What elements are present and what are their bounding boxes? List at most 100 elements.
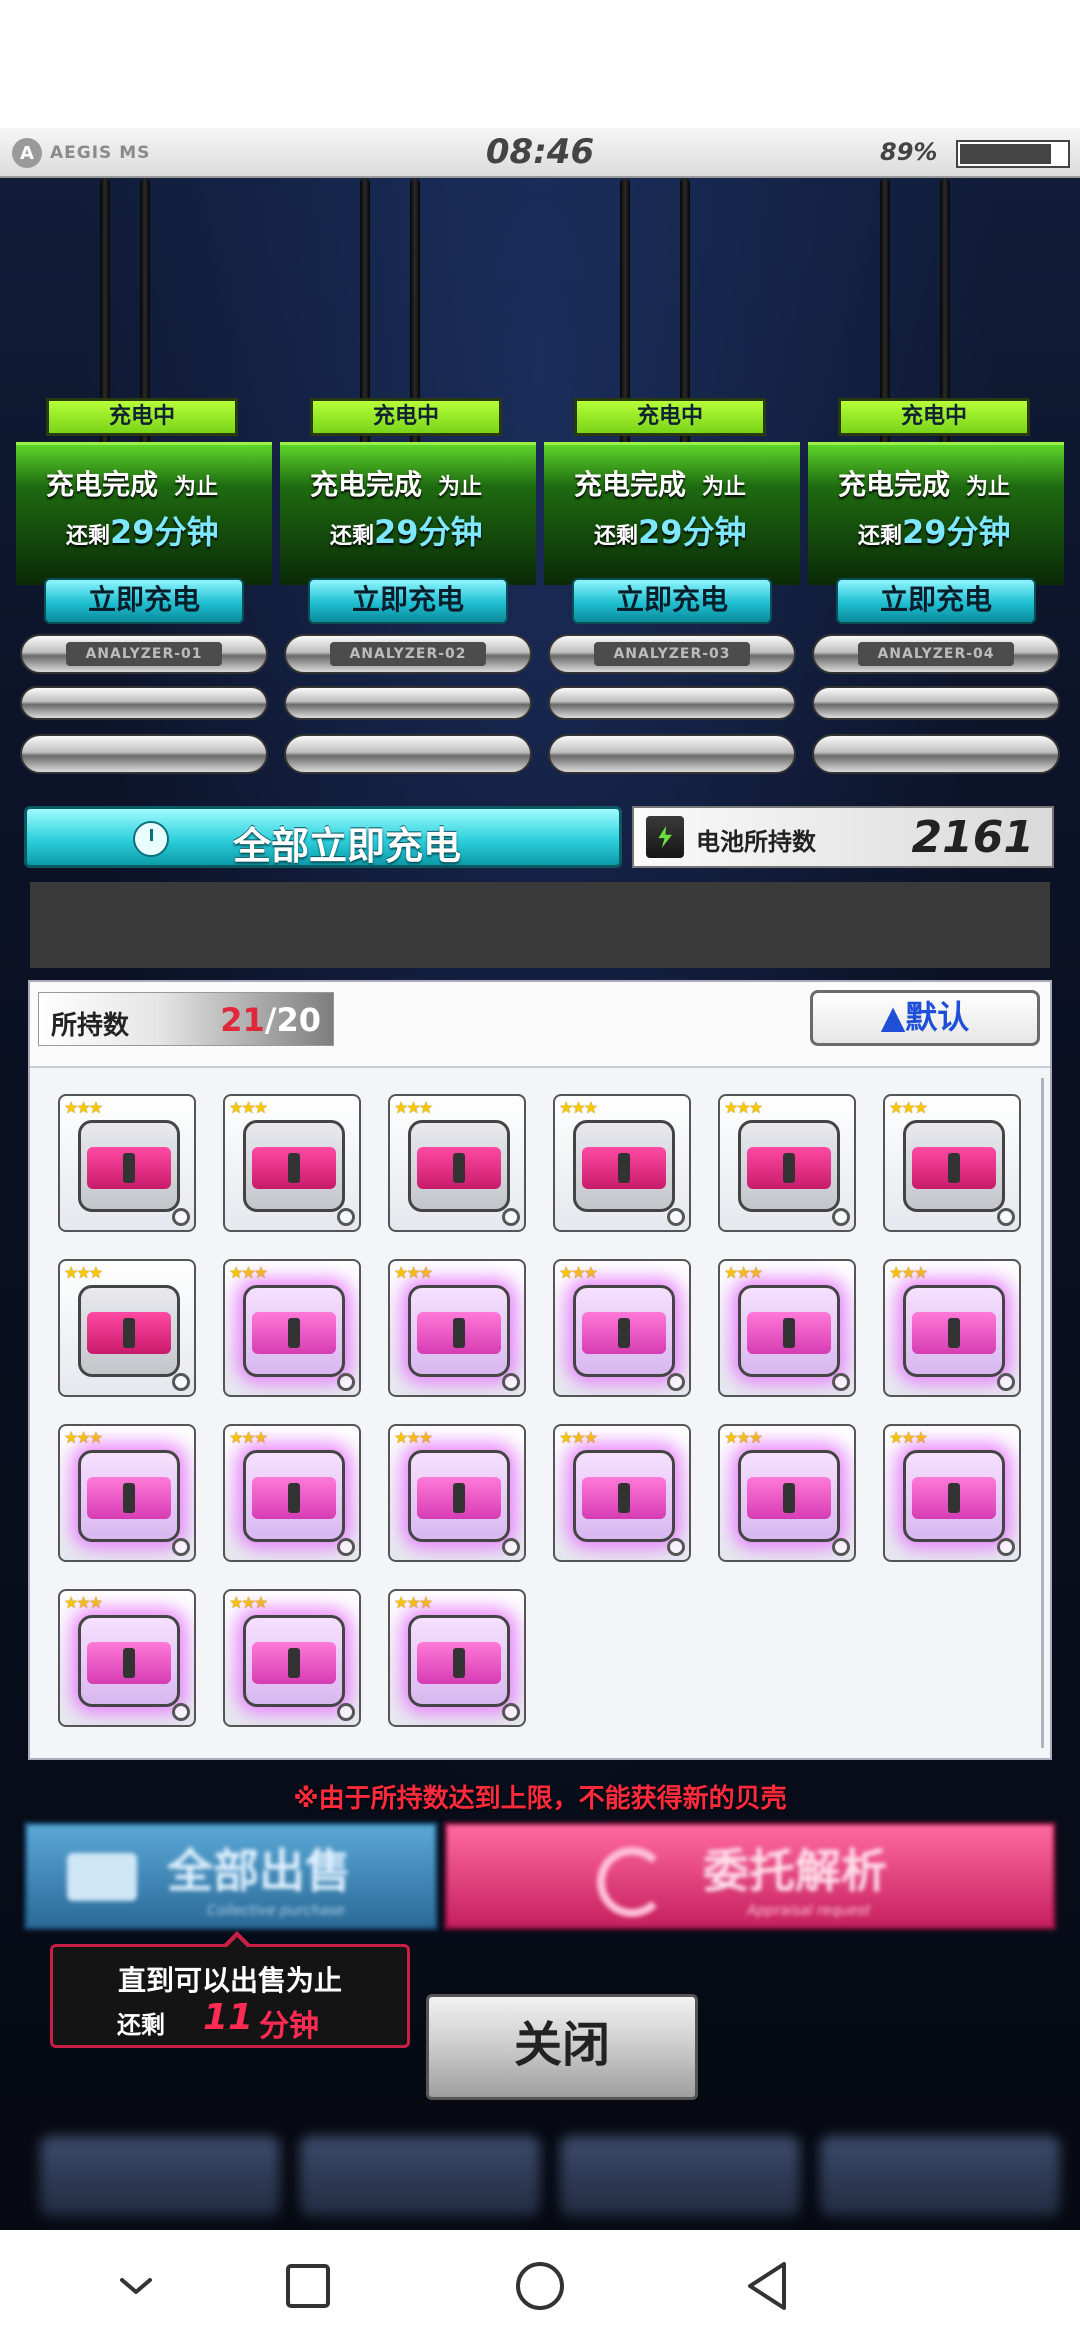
- magnifier-icon[interactable]: [337, 1373, 355, 1391]
- analyzer-plate: ANALYZER-04: [858, 642, 1014, 666]
- rarity-stars: ★★★: [559, 1428, 598, 1447]
- rarity-stars: ★★★: [724, 1428, 763, 1447]
- rarity-stars: ★★★: [394, 1593, 433, 1612]
- shell-cube-icon: [243, 1120, 345, 1212]
- shell-band: [252, 1147, 336, 1189]
- magnifier-icon[interactable]: [997, 1208, 1015, 1226]
- charge-now-button[interactable]: 立即充电: [836, 578, 1036, 624]
- shell-item[interactable]: ★★★: [883, 1259, 1021, 1397]
- magnifier-icon[interactable]: [502, 1373, 520, 1391]
- shell-item[interactable]: ★★★: [388, 1094, 526, 1232]
- charging-status-tag: 充电中: [46, 398, 238, 436]
- magnifier-icon[interactable]: [172, 1703, 190, 1721]
- machine-ring: [284, 686, 532, 720]
- shell-item[interactable]: ★★★: [388, 1589, 526, 1727]
- shell-item[interactable]: ★★★: [718, 1259, 856, 1397]
- shell-band: [87, 1312, 171, 1354]
- bottom-menu-tab[interactable]: [40, 2136, 280, 2216]
- magnifier-icon[interactable]: [502, 1538, 520, 1556]
- inventory-full-warning: ※由于所持数达到上限，不能获得新的贝壳: [293, 1784, 787, 1814]
- shell-item[interactable]: ★★★: [58, 1094, 196, 1232]
- magnifier-icon[interactable]: [337, 1703, 355, 1721]
- machine-ring: [812, 734, 1060, 774]
- magnifier-icon[interactable]: [997, 1373, 1015, 1391]
- shell-item[interactable]: ★★★: [223, 1424, 361, 1562]
- battery-percent: 89%: [880, 138, 938, 166]
- info-strip: [30, 882, 1050, 968]
- rarity-stars: ★★★: [394, 1098, 433, 1117]
- owned-label: 所持数: [51, 1011, 130, 1041]
- rarity-stars: ★★★: [889, 1263, 928, 1282]
- top-blank-area: [0, 0, 1080, 128]
- shell-item[interactable]: ★★★: [553, 1094, 691, 1232]
- owned-max: /20: [264, 1001, 321, 1039]
- magnifier-icon[interactable]: [997, 1538, 1015, 1556]
- shell-item[interactable]: ★★★: [223, 1259, 361, 1397]
- shell-item[interactable]: ★★★: [223, 1589, 361, 1727]
- charge-now-button[interactable]: 立即充电: [308, 578, 508, 624]
- shell-band: [747, 1312, 831, 1354]
- charging-status-tag: 充电中: [310, 398, 502, 436]
- shell-cube-icon: [903, 1285, 1005, 1377]
- sort-button[interactable]: ▲默认: [810, 990, 1040, 1046]
- analyzer-3: 充电中 充电完成 为止 还剩29分钟 立即充电 ANALYZER-03: [544, 398, 800, 798]
- refresh-icon: [597, 1847, 667, 1917]
- shell-item[interactable]: ★★★: [388, 1424, 526, 1562]
- charge-complete-text: 充电完成 为止: [574, 468, 747, 501]
- machine-ring: [20, 686, 268, 720]
- magnifier-icon[interactable]: [832, 1208, 850, 1226]
- shell-item[interactable]: ★★★: [718, 1424, 856, 1562]
- time-remaining-text: 还剩29分钟: [594, 513, 747, 551]
- shell-item[interactable]: ★★★: [58, 1424, 196, 1562]
- charge-complete-text: 充电完成 为止: [838, 468, 1011, 501]
- charge-all-button[interactable]: 全部立即充电: [24, 806, 622, 868]
- bottom-menu-tab[interactable]: [560, 2136, 800, 2216]
- magnifier-icon[interactable]: [502, 1703, 520, 1721]
- magnifier-icon[interactable]: [667, 1538, 685, 1556]
- shell-item[interactable]: ★★★: [718, 1094, 856, 1232]
- shell-item[interactable]: ★★★: [58, 1589, 196, 1727]
- rarity-stars: ★★★: [64, 1428, 103, 1447]
- shell-item[interactable]: ★★★: [553, 1424, 691, 1562]
- shell-cube-icon: [573, 1120, 675, 1212]
- magnifier-icon[interactable]: [667, 1208, 685, 1226]
- magnifier-icon[interactable]: [337, 1208, 355, 1226]
- appraisal-request-button[interactable]: 委托解析 Appraisal request: [444, 1822, 1056, 1930]
- charge-now-button[interactable]: 立即充电: [44, 578, 244, 624]
- sell-cooldown-tooltip: 直到可以出售为止 还剩 11 分钟: [50, 1931, 410, 2048]
- magnifier-icon[interactable]: [832, 1538, 850, 1556]
- bottom-menu-tab[interactable]: [820, 2136, 1060, 2216]
- owned-current: 21: [220, 1001, 265, 1039]
- magnifier-icon[interactable]: [832, 1373, 850, 1391]
- magnifier-icon[interactable]: [172, 1208, 190, 1226]
- shell-item[interactable]: ★★★: [883, 1094, 1021, 1232]
- back-triangle-icon[interactable]: [740, 2258, 796, 2314]
- magnifier-icon[interactable]: [172, 1538, 190, 1556]
- shell-band: [87, 1147, 171, 1189]
- shell-item[interactable]: ★★★: [58, 1259, 196, 1397]
- scrollbar[interactable]: [1041, 1078, 1044, 1748]
- shell-cube-icon: [573, 1285, 675, 1377]
- shell-item[interactable]: ★★★: [883, 1424, 1021, 1562]
- chevron-down-icon[interactable]: [108, 2258, 164, 2314]
- bottom-menu-tab[interactable]: [300, 2136, 540, 2216]
- magnifier-icon[interactable]: [502, 1208, 520, 1226]
- shell-inventory: 所持数 21/20 ▲默认 ★★★ ★★★ ★★★ ★★★ ★★★ ★★★ ★★★ ★★★ ★★…: [28, 980, 1052, 1760]
- machine-ring: [284, 734, 532, 774]
- machine-ring: [548, 686, 796, 720]
- magnifier-icon[interactable]: [172, 1373, 190, 1391]
- home-circle-icon[interactable]: [512, 2258, 568, 2314]
- recents-square-icon[interactable]: [280, 2258, 336, 2314]
- shell-band: [417, 1312, 501, 1354]
- shell-item[interactable]: ★★★: [388, 1259, 526, 1397]
- close-button[interactable]: 关闭: [426, 1994, 698, 2100]
- magnifier-icon[interactable]: [337, 1538, 355, 1556]
- battery-charge-icon: [646, 816, 684, 858]
- charge-now-button[interactable]: 立即充电: [572, 578, 772, 624]
- magnifier-icon[interactable]: [667, 1373, 685, 1391]
- shell-item[interactable]: ★★★: [223, 1094, 361, 1232]
- sell-all-button[interactable]: 全部出售 Collective purchase: [24, 1822, 438, 1930]
- time-remaining-text: 还剩29分钟: [858, 513, 1011, 551]
- shell-item[interactable]: ★★★: [553, 1259, 691, 1397]
- owned-count: 21/20: [220, 1001, 321, 1039]
